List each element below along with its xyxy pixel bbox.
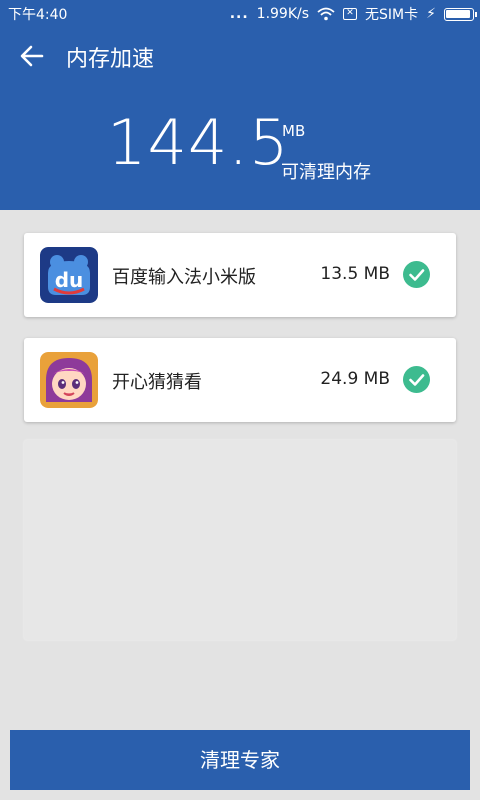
memory-value: 144.5 [107, 106, 290, 179]
game-character-icon [40, 352, 98, 408]
charging-icon: ⚡ [426, 6, 436, 22]
battery-icon [444, 7, 477, 21]
check-circle-icon[interactable] [403, 366, 430, 393]
no-sim-icon: ✕ [343, 8, 358, 20]
svg-text:du: du [55, 268, 84, 292]
app-size: 13.5 MB [320, 264, 390, 284]
app-name: 开心猜猜看 [112, 372, 202, 393]
app-size: 24.9 MB [320, 369, 390, 389]
memory-summary: 144.5 MB 可清理内存 [0, 86, 480, 210]
sim-status: 无SIM卡 [365, 7, 419, 23]
empty-card-placeholder [24, 440, 456, 640]
baidu-input-icon: du [40, 247, 98, 303]
app-name: 百度输入法小米版 [112, 267, 256, 288]
check-circle-icon[interactable] [403, 261, 430, 288]
page-title: 内存加速 [66, 47, 155, 72]
cleanup-expert-label: 清理专家 [200, 748, 280, 772]
app-bar: 内存加速 [0, 26, 480, 86]
app-card[interactable]: 开心猜猜看 24.9 MB [24, 338, 456, 422]
network-speed: 1.99K/s [256, 6, 310, 22]
cleanup-expert-button[interactable]: 清理专家 [10, 730, 470, 790]
status-bar: 下午4:40 ... 1.99K/s ✕ 无SIM卡 ⚡ [0, 0, 480, 26]
memory-description: 可清理内存 [281, 162, 371, 183]
wifi-icon [317, 7, 335, 21]
back-arrow-icon[interactable] [18, 42, 46, 70]
notification-dots: ... [229, 6, 249, 22]
status-icons: ... 1.99K/s ✕ 无SIM卡 ⚡ [229, 4, 477, 24]
status-time: 下午4:40 [8, 7, 68, 23]
app-card[interactable]: du 百度输入法小米版 13.5 MB [24, 233, 456, 317]
memory-unit: MB [282, 122, 306, 140]
